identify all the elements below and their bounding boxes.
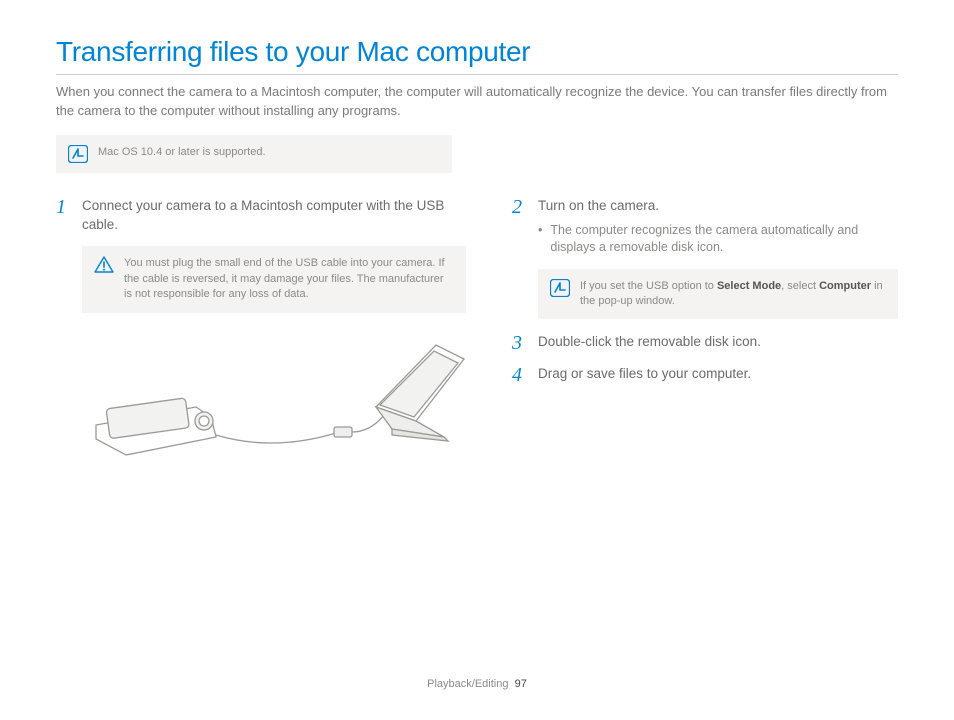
camera-laptop-illustration (76, 337, 466, 467)
step-number: 2 (512, 197, 528, 257)
step-number: 1 (56, 197, 72, 235)
step-2-sub: • The computer recognizes the camera aut… (538, 222, 898, 257)
step-3: 3 Double-click the removable disk icon. (512, 333, 898, 353)
step-4: 4 Drag or save files to your computer. (512, 365, 898, 385)
step-text: Drag or save files to your computer. (538, 365, 898, 385)
step-number: 4 (512, 365, 528, 385)
sub-text: The computer recognizes the camera autom… (550, 222, 898, 257)
top-note-box: Mac OS 10.4 or later is supported. (56, 135, 452, 173)
title-divider (56, 74, 898, 75)
right-column: 2 Turn on the camera. • The computer rec… (512, 197, 898, 467)
top-note-text: Mac OS 10.4 or later is supported. (98, 145, 266, 160)
step-number: 3 (512, 333, 528, 353)
page-title: Transferring files to your Mac computer (56, 36, 898, 68)
footer-section: Playback/Editing (427, 678, 508, 690)
note-icon (68, 145, 88, 163)
caution-text: You must plug the small end of the USB c… (124, 256, 454, 302)
intro-paragraph: When you connect the camera to a Macinto… (56, 83, 898, 121)
step-2: 2 Turn on the camera. • The computer rec… (512, 197, 898, 257)
caution-box: You must plug the small end of the USB c… (82, 246, 466, 312)
step-text: Double-click the removable disk icon. (538, 333, 898, 353)
step-text: Turn on the camera. (538, 198, 659, 213)
footer-page-number: 97 (515, 678, 527, 690)
step-1: 1 Connect your camera to a Macintosh com… (56, 197, 466, 235)
step-text: Connect your camera to a Macintosh compu… (82, 197, 466, 235)
note-icon (550, 279, 570, 310)
page-footer: Playback/Editing 97 (0, 678, 954, 690)
caution-icon (94, 256, 114, 302)
left-column: 1 Connect your camera to a Macintosh com… (56, 197, 466, 467)
usb-note-box: If you set the USB option to Select Mode… (538, 269, 898, 320)
usb-note-text: If you set the USB option to Select Mode… (580, 279, 886, 310)
content-columns: 1 Connect your camera to a Macintosh com… (56, 197, 898, 467)
bullet-dot: • (538, 222, 542, 257)
